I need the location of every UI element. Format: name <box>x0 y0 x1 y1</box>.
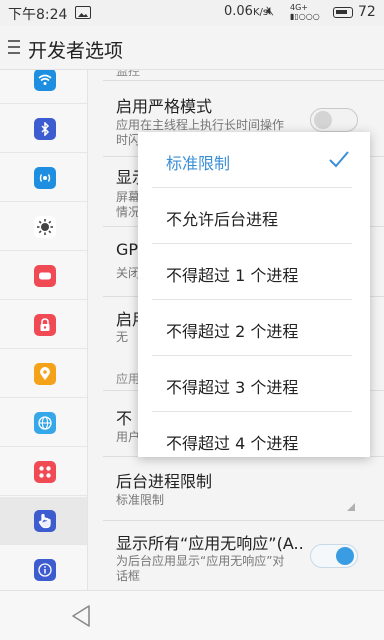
globe-icon <box>34 412 56 434</box>
show-anr-title: 显示所有“应用无响应”(A.. <box>116 534 304 553</box>
data-speed: 0.06K/s <box>224 4 269 19</box>
wifi-icon <box>34 70 56 91</box>
sidebar-item-wifi[interactable] <box>0 70 87 104</box>
dropdown-corner-icon <box>347 503 355 511</box>
status-time: 下午8:24 <box>8 7 68 23</box>
show-anr-subtitle: 为后台应用显示“应用无响应”对 <box>116 554 285 568</box>
option-label: 不允许后台进程 <box>166 210 279 229</box>
strict-mode-subtitle: 应用在主线程上执行长时间操作 <box>116 118 285 132</box>
section-header-apps: 应用 <box>116 372 141 386</box>
show-cpu-subtitle-2: 情况 <box>116 205 141 219</box>
option-label: 标准限制 <box>166 154 231 173</box>
mute-icon: 🔇︎ <box>266 4 275 19</box>
sidebar-item-language[interactable] <box>0 399 87 447</box>
image-notification-icon <box>75 6 91 19</box>
sidebar-item-bluetooth[interactable] <box>0 105 87 153</box>
option-label: 不得超过 2 个进程 <box>166 322 299 341</box>
background-limit-value: 标准限制 <box>116 493 165 507</box>
sidebar-item-about[interactable] <box>0 546 87 590</box>
location-icon <box>34 363 56 385</box>
bluetooth-icon <box>34 118 56 140</box>
sidebar-item-location[interactable] <box>0 350 87 398</box>
back-icon[interactable] <box>70 604 92 628</box>
option-label: 不得超过 1 个进程 <box>166 266 299 285</box>
option-label: 不得超过 4 个进程 <box>166 434 299 453</box>
navigation-bar <box>0 590 384 640</box>
sidebar-item-apps[interactable] <box>0 448 87 496</box>
strict-mode-toggle[interactable] <box>310 108 358 132</box>
strict-mode-title: 启用严格模式 <box>116 97 213 116</box>
gpu-title: GP <box>116 240 139 259</box>
sidebar-item-brightness[interactable] <box>0 203 87 251</box>
menu-icon[interactable] <box>8 40 20 54</box>
background-limit-popup: 标准限制 不允许后台进程 不得超过 1 个进程 不得超过 2 个进程 不得超过 … <box>138 132 370 457</box>
status-bar: 下午8:24 0.06K/s 🔇︎ 4G+ ▮▯○○○ 72 <box>0 0 384 26</box>
show-cpu-subtitle: 屏幕 <box>116 190 141 204</box>
sidebar-item-hotspot[interactable] <box>0 154 87 202</box>
show-anr-subtitle-2: 话框 <box>116 569 141 583</box>
popup-option-max-4[interactable]: 不得超过 4 个进程 <box>138 412 370 457</box>
lock-icon <box>34 314 56 336</box>
signal-icon: 4G+ ▮▯○○○ <box>290 3 320 21</box>
option-label: 不得超过 3 个进程 <box>166 378 299 397</box>
popup-option-max-2[interactable]: 不得超过 2 个进程 <box>138 300 370 356</box>
popup-option-max-3[interactable]: 不得超过 3 个进程 <box>138 356 370 412</box>
apps-icon <box>34 461 56 483</box>
dont-keep-title: 不 <box>116 409 133 428</box>
dont-keep-subtitle: 用户 <box>116 430 141 444</box>
show-anr-row[interactable]: 显示所有“应用无响应”(A.. 为后台应用显示“应用无响应”对 话框 <box>89 520 384 590</box>
background-limit-row[interactable]: 后台进程限制 标准限制 <box>89 456 384 520</box>
section-header-monitoring: 监控 <box>116 70 141 78</box>
brightness-icon <box>34 216 56 238</box>
popup-option-standard[interactable]: 标准限制 <box>138 132 370 188</box>
check-icon <box>329 151 349 168</box>
sidebar <box>0 70 88 590</box>
title-bar: 开发者选项 <box>0 26 384 70</box>
info-icon <box>34 559 56 581</box>
battery-icon <box>333 7 353 18</box>
show-anr-toggle[interactable] <box>310 544 358 568</box>
sidebar-item-security[interactable] <box>0 301 87 349</box>
enable-trace-subtitle: 无 <box>116 330 129 344</box>
display-icon <box>34 265 56 287</box>
background-limit-title: 后台进程限制 <box>116 472 213 491</box>
gpu-subtitle: 关闭 <box>116 266 141 280</box>
popup-option-max-1[interactable]: 不得超过 1 个进程 <box>138 244 370 300</box>
sidebar-item-gesture[interactable] <box>0 497 87 545</box>
page-title: 开发者选项 <box>28 40 124 62</box>
popup-option-no-background[interactable]: 不允许后台进程 <box>138 188 370 244</box>
strict-mode-subtitle-2: 时闪 <box>116 133 141 147</box>
hotspot-icon <box>34 167 56 189</box>
gesture-icon <box>34 510 56 532</box>
sidebar-item-display[interactable] <box>0 252 87 300</box>
battery-level: 72 <box>358 4 376 20</box>
